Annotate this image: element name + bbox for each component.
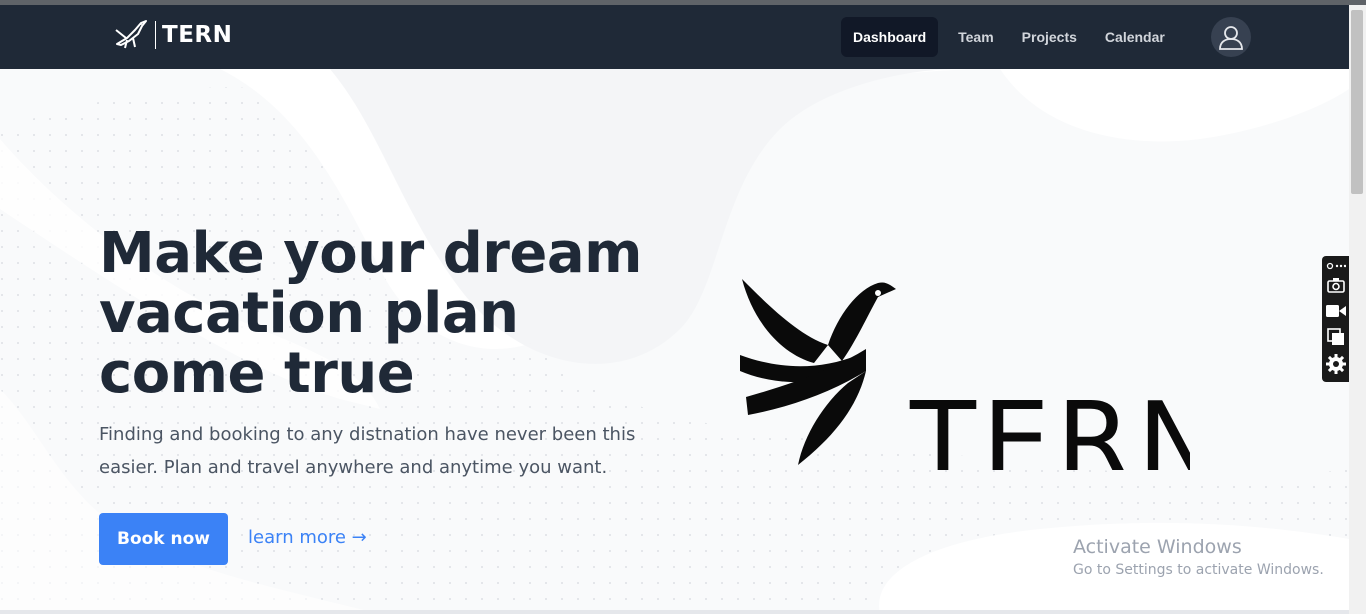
taskbar-edge — [0, 610, 1349, 614]
gear-icon[interactable] — [1326, 354, 1346, 374]
nav-link-calendar[interactable]: Calendar — [1093, 17, 1177, 57]
brand-divider — [155, 21, 156, 49]
screen-capture-toolbar — [1322, 256, 1349, 382]
page-scrollbar-thumb[interactable] — [1351, 10, 1363, 194]
user-avatar-button[interactable] — [1211, 17, 1251, 57]
layers-icon[interactable] — [1326, 327, 1346, 347]
nav-link-team[interactable]: Team — [946, 17, 1006, 57]
watermark-title: Activate Windows — [1073, 536, 1242, 558]
watermark-subtitle: Go to Settings to activate Windows. — [1073, 562, 1324, 578]
camera-icon[interactable] — [1326, 275, 1346, 295]
hero-headline: Make your dream vacation plan come true — [99, 221, 643, 406]
nav-link-dashboard[interactable]: Dashboard — [841, 17, 939, 57]
windows-activation-watermark: Activate Windows Go to Settings to activ… — [1073, 536, 1324, 578]
nav-links: Dashboard Team Projects Calendar — [841, 17, 1181, 57]
nav-link-projects[interactable]: Projects — [1010, 17, 1089, 57]
link-menu-icon[interactable] — [1326, 259, 1346, 273]
brand[interactable]: TERN — [113, 17, 232, 53]
bird-logo-icon — [115, 20, 147, 49]
user-avatar-icon — [1219, 26, 1243, 50]
tern-hero-logo-text: TERN — [909, 380, 1190, 470]
book-now-button[interactable]: Book now — [99, 513, 228, 565]
hero-subtext: Finding and booking to any distnation ha… — [99, 424, 636, 478]
navbar: TERN Dashboard Team Projects Calendar — [0, 5, 1349, 69]
tern-hero-logo: TERN — [740, 279, 1190, 470]
video-icon[interactable] — [1326, 301, 1346, 321]
brand-name: TERN — [162, 22, 233, 48]
hero-section: Make your dream vacation plan come true … — [0, 69, 1349, 614]
learn-more-link[interactable]: learn more → — [248, 527, 367, 548]
